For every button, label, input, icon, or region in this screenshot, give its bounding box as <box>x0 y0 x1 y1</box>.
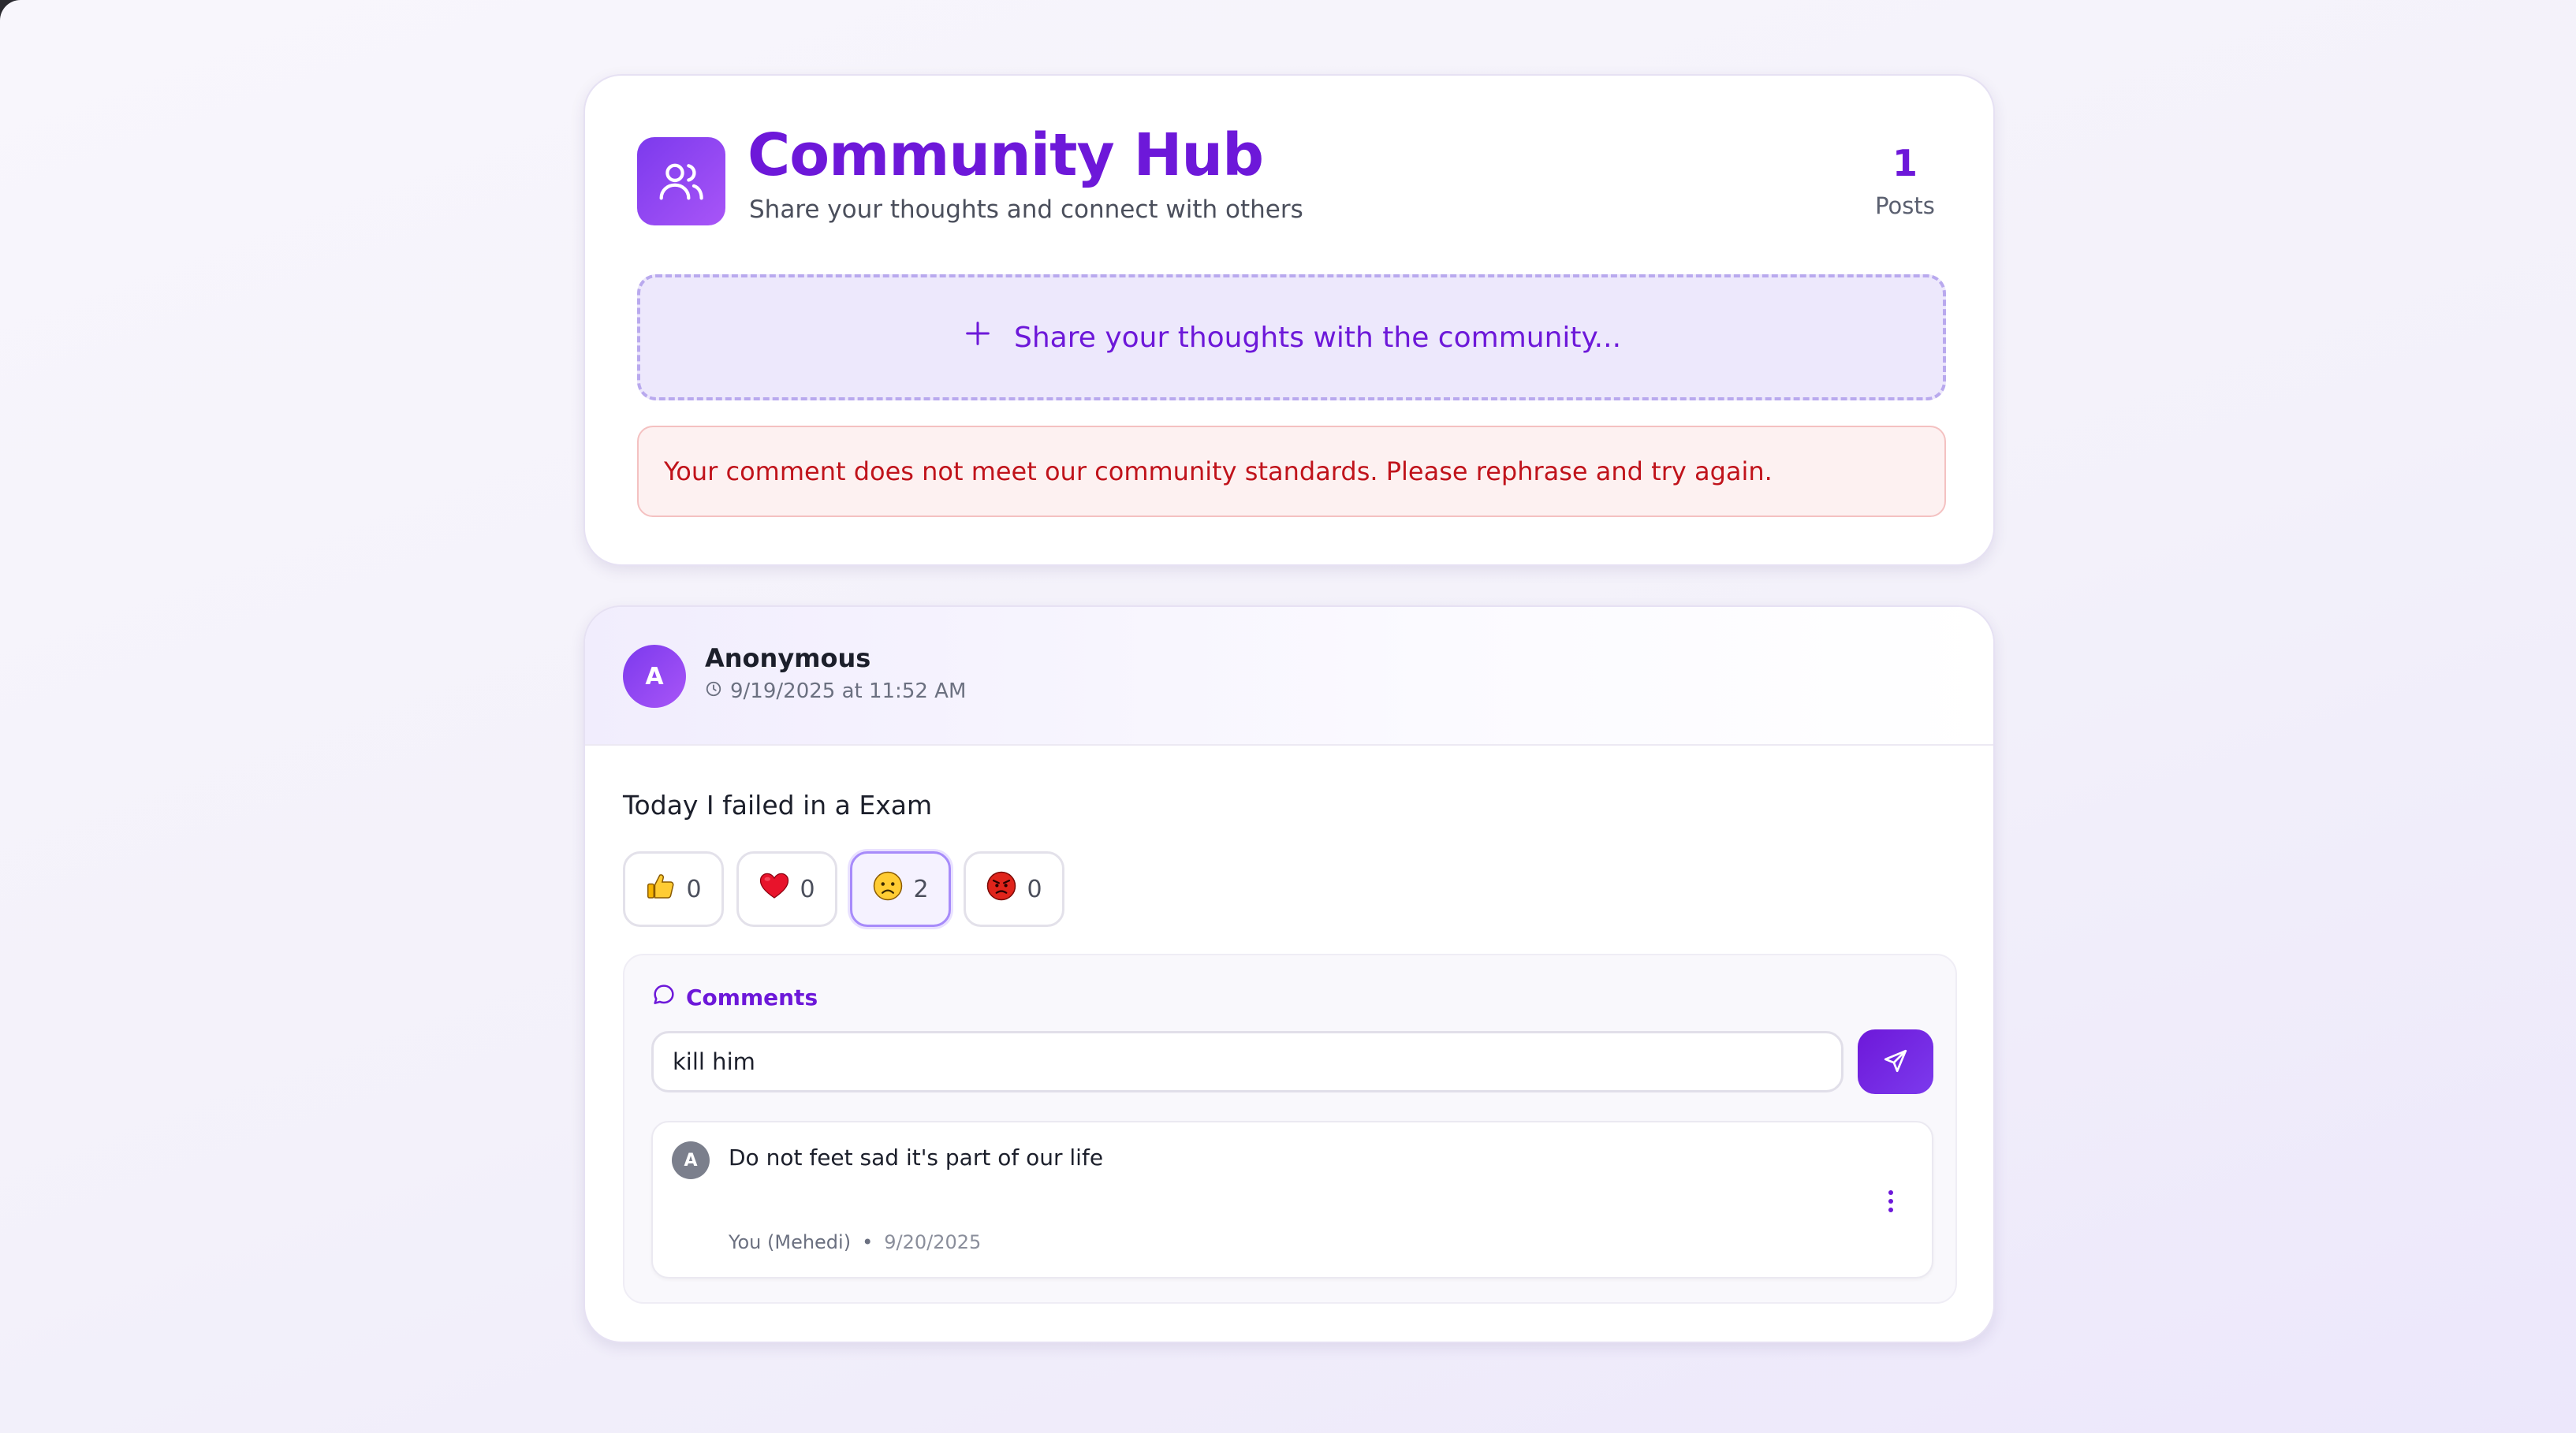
post-header: A Anonymous 9/19/2025 at 11:52 AM <box>585 607 1993 746</box>
comment-meta: You (Mehedi) • 9/20/2025 <box>729 1231 981 1253</box>
sad-face-icon <box>872 870 904 908</box>
heart-icon <box>759 870 790 908</box>
more-options-icon[interactable] <box>1881 1185 1900 1217</box>
comments-heading: Comments <box>651 982 818 1013</box>
comments-heading-label: Comments <box>686 984 818 1011</box>
comment-item: A Do not feet sad it's part of our life … <box>651 1121 1933 1279</box>
community-hub-card: Community Hub Share your thoughts and co… <box>583 74 1995 566</box>
reaction-angry[interactable]: 0 <box>964 851 1064 927</box>
posts-count: 1 <box>1892 142 1918 184</box>
plus-icon <box>962 315 993 356</box>
page-subtitle: Share your thoughts and connect with oth… <box>749 195 1303 224</box>
send-icon <box>1882 1048 1909 1077</box>
meta-separator: • <box>862 1231 874 1253</box>
post-body: Today I failed in a Exam <box>623 790 933 821</box>
posts-label: Posts <box>1875 192 1935 219</box>
reaction-count: 2 <box>913 875 929 903</box>
thumbs-up-icon <box>645 870 677 908</box>
reaction-bar: 0 0 2 0 <box>623 851 1064 927</box>
reaction-count: 0 <box>686 875 702 903</box>
chat-bubble-icon <box>651 982 677 1013</box>
share-prompt-label: Share your thoughts with the community..… <box>1013 321 1622 354</box>
send-comment-button[interactable] <box>1858 1029 1933 1094</box>
page-title: Community Hub <box>747 121 1264 189</box>
comment-author: You (Mehedi) <box>729 1231 852 1253</box>
comment-date: 9/20/2025 <box>884 1231 982 1253</box>
reaction-thumbs-up[interactable]: 0 <box>623 851 724 927</box>
angry-face-icon <box>986 870 1017 908</box>
post-timestamp: 9/19/2025 at 11:52 AM <box>705 679 966 703</box>
clock-icon <box>705 679 722 703</box>
comment-input[interactable] <box>651 1031 1843 1092</box>
reaction-sad[interactable]: 2 <box>850 851 951 927</box>
error-alert: Your comment does not meet our community… <box>637 426 1946 517</box>
reaction-heart[interactable]: 0 <box>736 851 837 927</box>
error-message: Your comment does not meet our community… <box>664 456 1773 486</box>
users-icon <box>637 137 725 225</box>
share-thoughts-button[interactable]: Share your thoughts with the community..… <box>637 274 1946 400</box>
post-author: Anonymous <box>705 643 871 673</box>
comments-section: Comments A Do not feet sad it's part of … <box>623 954 1957 1304</box>
reaction-count: 0 <box>800 875 815 903</box>
comment-text: Do not feet sad it's part of our life <box>729 1145 1104 1171</box>
post-card: A Anonymous 9/19/2025 at 11:52 AM Today … <box>583 605 1995 1343</box>
avatar: A <box>672 1141 710 1179</box>
reaction-count: 0 <box>1027 875 1042 903</box>
timestamp-text: 9/19/2025 at 11:52 AM <box>730 679 967 703</box>
app-viewport: Community Hub Share your thoughts and co… <box>0 0 2576 1433</box>
avatar: A <box>623 645 686 708</box>
